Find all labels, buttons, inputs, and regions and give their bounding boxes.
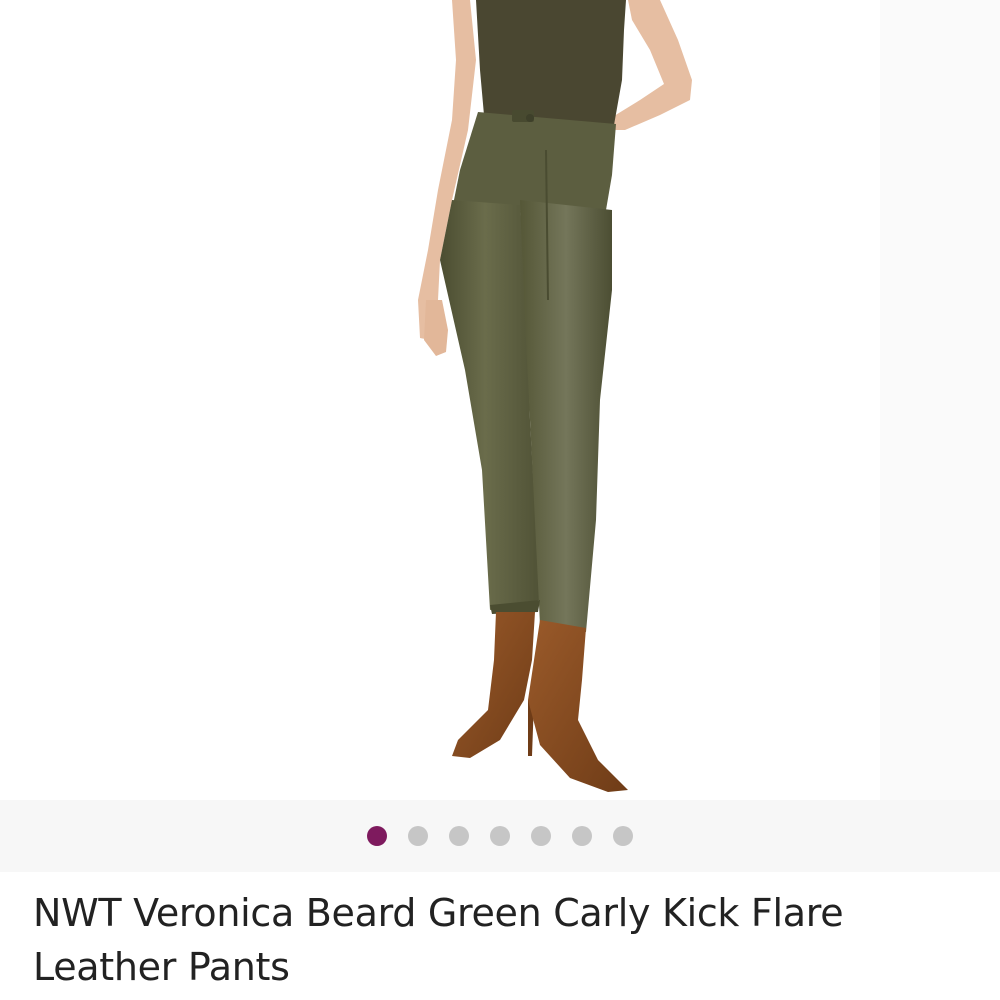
carousel-dot[interactable]	[490, 826, 510, 846]
product-photo-illustration	[418, 0, 1000, 800]
pants-button	[526, 114, 534, 122]
left-hand	[424, 300, 448, 356]
right-boot	[528, 620, 628, 792]
carousel-dot[interactable]	[408, 826, 428, 846]
carousel-dot[interactable]	[449, 826, 469, 846]
image-carousel-bar	[0, 800, 1000, 872]
listing-title-area: NWT Veronica Beard Green Carly Kick Flar…	[0, 872, 1000, 1000]
carousel-dot[interactable]	[572, 826, 592, 846]
knit-top	[476, 0, 626, 125]
left-boot	[452, 612, 535, 758]
photo-backdrop-shadow	[880, 0, 1000, 800]
carousel-dot[interactable]	[531, 826, 551, 846]
carousel-dot[interactable]	[367, 826, 387, 846]
carousel-dot[interactable]	[613, 826, 633, 846]
listing-title: NWT Veronica Beard Green Carly Kick Flar…	[33, 891, 844, 989]
product-photo[interactable]	[0, 0, 1000, 800]
pants-waist	[452, 112, 616, 210]
carousel-indicator	[0, 826, 1000, 846]
